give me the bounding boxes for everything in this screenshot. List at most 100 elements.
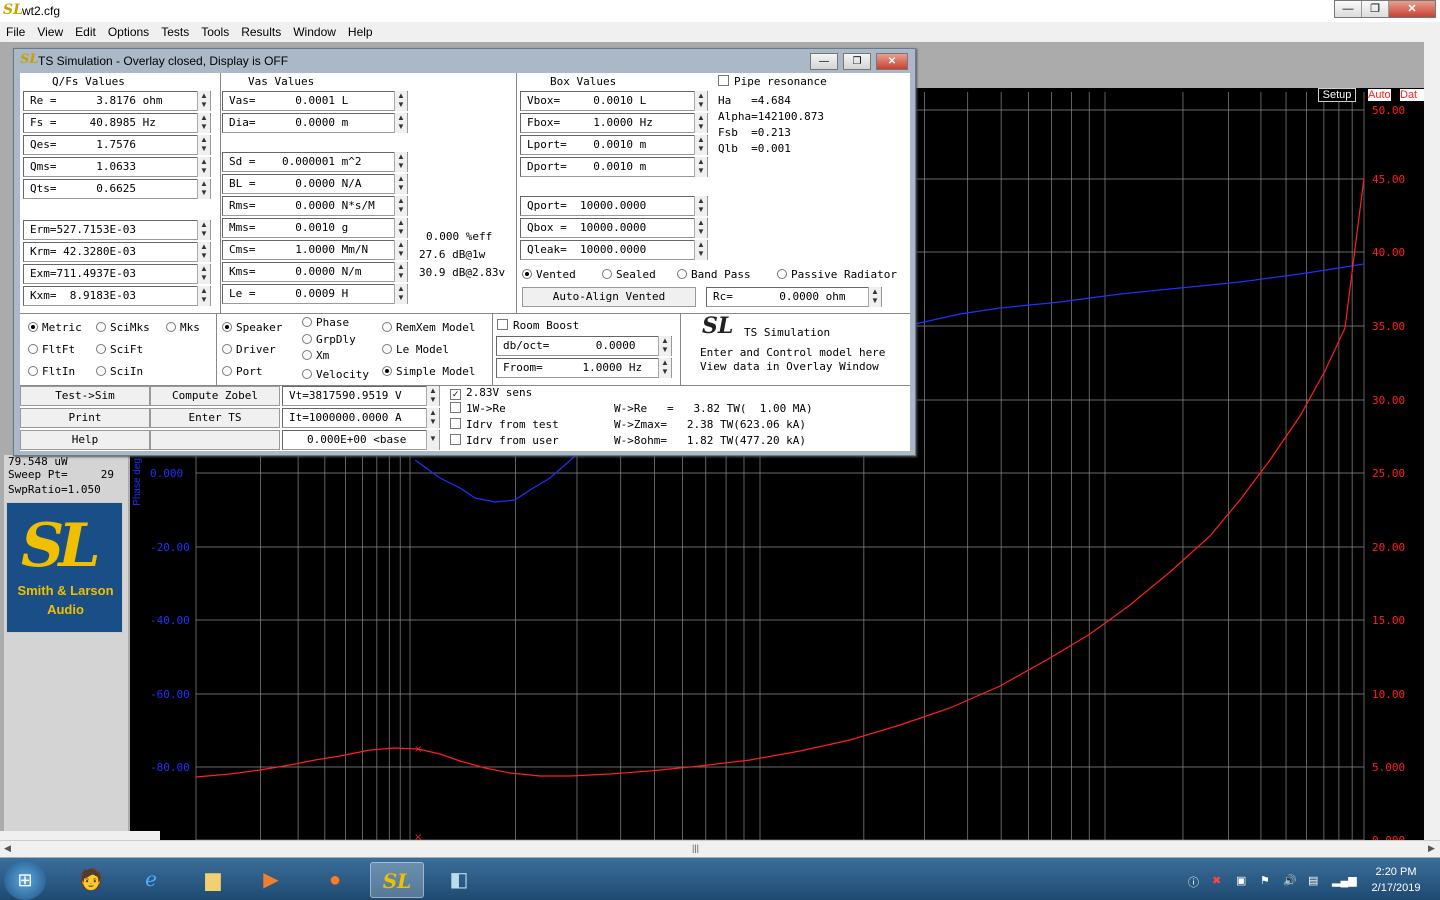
qbox-spinner[interactable]: ▲ ▼	[694, 218, 707, 238]
setup-button[interactable]: Setup	[1318, 88, 1356, 102]
display-grpdly-radio[interactable]: GrpDly	[302, 333, 356, 346]
menu-options[interactable]: Options	[102, 22, 155, 39]
fbox-field[interactable]: Fbox= 1.0000 Hz	[520, 113, 708, 133]
clock[interactable]: 2:20 PM 2/17/2019	[1358, 864, 1434, 896]
krm-spinner[interactable]: ▲ ▼	[197, 242, 210, 262]
rms-spinner[interactable]: ▲ ▼	[394, 196, 407, 216]
dboct-field[interactable]: db/oct= 0.0000	[496, 336, 672, 356]
cms-spinner[interactable]: ▲ ▼	[394, 240, 407, 260]
display-le-model-radio[interactable]: Le Model	[382, 343, 449, 356]
minimize-button[interactable]: —	[1335, 1, 1362, 17]
display-simple-model-radio[interactable]: Simple Model	[382, 365, 475, 378]
units-sciin-radio[interactable]: SciIn	[96, 365, 143, 378]
rms-field[interactable]: Rms= 0.0000 N*s/M	[222, 196, 408, 216]
blank-button[interactable]	[150, 430, 280, 450]
idrv-test-checkbox[interactable]: Idrv from test	[450, 418, 559, 431]
menu-window[interactable]: Window	[287, 22, 342, 39]
help-button[interactable]: Help	[20, 430, 150, 450]
dialog-maximize-button[interactable]: ❐	[843, 53, 871, 70]
vt-spinner[interactable]: ▲ ▼	[426, 386, 439, 406]
mms-spinner[interactable]: ▲ ▼	[394, 218, 407, 238]
qms-spinner[interactable]: ▲ ▼	[197, 157, 210, 177]
sd-field[interactable]: Sd = 0.000001 m^2	[222, 152, 408, 172]
units-fltft-radio[interactable]: FltFt	[28, 343, 75, 356]
units-mks-radio[interactable]: Mks	[166, 321, 200, 334]
dia-spinner[interactable]: ▲ ▼	[394, 113, 407, 133]
exm-field[interactable]: Exm=711.4937E-03	[23, 264, 211, 284]
network-icon[interactable]: ▂▄▆	[1332, 874, 1357, 887]
display-driver-radio[interactable]: Driver	[222, 343, 276, 356]
vt-field[interactable]: Vt=3817590.9519 V	[282, 386, 440, 406]
menu-edit[interactable]: Edit	[69, 22, 102, 39]
kxm-field[interactable]: Kxm= 8.9183E-03	[23, 286, 211, 306]
qts-spinner[interactable]: ▲ ▼	[197, 179, 210, 199]
bandpass-radio[interactable]: Band Pass	[677, 268, 751, 281]
auto-button[interactable]: Auto	[1368, 89, 1391, 101]
it-spinner[interactable]: ▲ ▼	[426, 408, 439, 428]
close-button[interactable]: ✕	[1389, 1, 1435, 17]
room-boost-checkbox[interactable]: Room Boost	[497, 319, 579, 332]
units-sciftt-radio[interactable]: SciFt	[96, 343, 143, 356]
error-tray-icon[interactable]: ✖	[1212, 874, 1221, 887]
start-button[interactable]: ⊞	[4, 860, 46, 900]
dboct-spinner[interactable]: ▲ ▼	[658, 336, 671, 356]
vbox-spinner[interactable]: ▲ ▼	[694, 91, 707, 111]
chevron-down-icon[interactable]: ▼	[426, 430, 439, 450]
vas-field[interactable]: Vas= 0.0001 L	[222, 91, 408, 111]
fbox-spinner[interactable]: ▲ ▼	[694, 113, 707, 133]
dport-spinner[interactable]: ▲ ▼	[694, 157, 707, 177]
le-spinner[interactable]: ▲ ▼	[394, 284, 407, 304]
lport-field[interactable]: Lport= 0.0010 m	[520, 135, 708, 155]
scroll-thumb-grip-icon[interactable]: |||	[692, 843, 699, 853]
display-port-radio[interactable]: Port	[222, 365, 263, 378]
print-button[interactable]: Print	[20, 408, 150, 428]
kms-field[interactable]: Kms= 0.0000 N/m	[222, 262, 408, 282]
menu-view[interactable]: View	[31, 22, 69, 39]
display-remxem-radio[interactable]: RemXem Model	[382, 321, 475, 334]
vas-spinner[interactable]: ▲ ▼	[394, 91, 407, 111]
media-player-icon[interactable]: ▶	[244, 862, 298, 898]
display-tray-icon[interactable]: ▤	[1308, 874, 1318, 887]
qms-field[interactable]: Qms= 1.0633	[23, 157, 211, 177]
erm-spinner[interactable]: ▲ ▼	[197, 220, 210, 240]
rc-field[interactable]: Rc= 0.0000 ohm	[706, 287, 882, 307]
bl-field[interactable]: BL = 0.0000 N/A	[222, 174, 408, 194]
enter-ts-button[interactable]: Enter TS	[150, 408, 280, 428]
internet-explorer-icon[interactable]: ℯ	[124, 862, 178, 898]
qleak-spinner[interactable]: ▲ ▼	[694, 240, 707, 260]
sd-spinner[interactable]: ▲ ▼	[394, 152, 407, 172]
qes-spinner[interactable]: ▲ ▼	[197, 135, 210, 155]
base-select[interactable]: 0.000E+00 <base	[282, 430, 440, 450]
data-button[interactable]: Dat	[1400, 89, 1424, 101]
menu-results[interactable]: Results	[235, 22, 287, 39]
folder-icon[interactable]: ▆	[186, 862, 240, 898]
qport-spinner[interactable]: ▲ ▼	[694, 196, 707, 216]
window-app-icon[interactable]: ◧	[432, 862, 486, 898]
user-icon[interactable]: 🧑	[64, 862, 118, 898]
dialog-close-button[interactable]: ✕	[876, 53, 908, 70]
menu-help[interactable]: Help	[342, 22, 379, 39]
qts-field[interactable]: Qts= 0.6625	[23, 179, 211, 199]
left-panel-scrollbar[interactable]	[0, 831, 160, 840]
firefox-icon[interactable]: ●	[308, 862, 362, 898]
le-field[interactable]: Le = 0.0009 H	[222, 284, 408, 304]
horizontal-scrollbar[interactable]: ◀ ||| ▶	[0, 840, 1440, 857]
scroll-right-icon[interactable]: ▶	[1428, 843, 1435, 854]
auto-align-vented-button[interactable]: Auto-Align Vented	[522, 287, 696, 307]
volume-icon[interactable]: 🔊	[1283, 874, 1297, 887]
idrv-user-checkbox[interactable]: Idrv from user	[450, 434, 559, 447]
kms-spinner[interactable]: ▲ ▼	[394, 262, 407, 282]
maximize-button[interactable]: ❐	[1362, 1, 1389, 17]
krm-field[interactable]: Krm= 42.3280E-03	[23, 242, 211, 262]
mms-field[interactable]: Mms= 0.0010 g	[222, 218, 408, 238]
froom-field[interactable]: Froom= 1.0000 Hz	[496, 358, 672, 378]
dia-field[interactable]: Dia= 0.0000 m	[222, 113, 408, 133]
exm-spinner[interactable]: ▲ ▼	[197, 264, 210, 284]
display-speaker-radio[interactable]: Speaker	[222, 321, 282, 334]
sens-283v-checkbox[interactable]: ✓ 2.83V sens	[450, 386, 532, 400]
re-spinner[interactable]: ▲ ▼	[197, 91, 210, 111]
display-xm-radio[interactable]: Xm	[302, 349, 329, 362]
sealed-radio[interactable]: Sealed	[602, 268, 656, 281]
pipe-resonance-checkbox[interactable]: Pipe resonance	[718, 75, 827, 88]
test-to-sim-button[interactable]: Test->Sim	[20, 386, 150, 406]
